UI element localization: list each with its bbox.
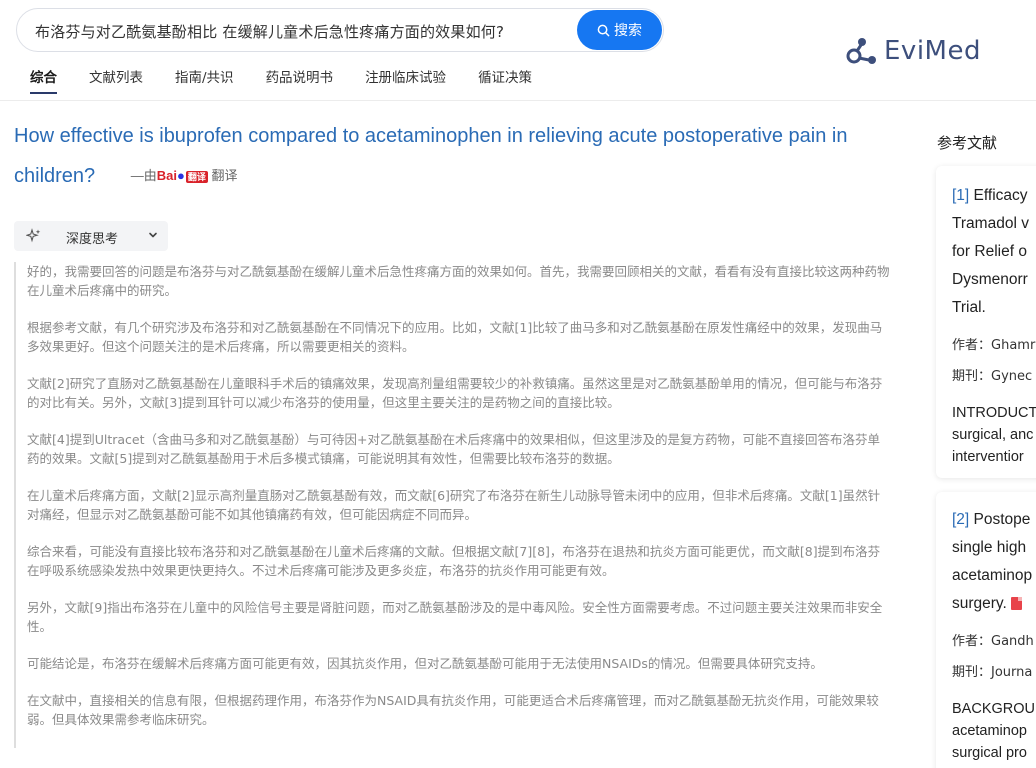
tab-drug-labels[interactable]: 药品说明书 (266, 66, 334, 94)
reference-title-line: Efficacy (973, 187, 1028, 204)
authors-value: Gandh (991, 634, 1034, 649)
deep-think-toggle[interactable]: 深度思考 (14, 221, 168, 251)
reasoning-paragraph: 在文献中，直接相关的信息有限，但根据药理作用，布洛芬作为NSAID具有抗炎作用，… (27, 693, 879, 727)
tab-literature-list[interactable]: 文献列表 (89, 66, 143, 94)
tab-guidelines[interactable]: 指南/共识 (175, 66, 234, 94)
search-button[interactable]: 搜索 (577, 10, 662, 50)
reasoning-paragraph: 在儿童术后疼痛方面，文献[2]显示高剂量直肠对乙酰氨基酚有效，而文献[6]研究了… (27, 488, 881, 522)
reference-number: [1] (952, 187, 970, 204)
abstract-line: acetaminop (952, 723, 1027, 739)
result-tabs: 综合 文献列表 指南/共识 药品说明书 注册临床试验 循证决策 (30, 66, 564, 94)
reference-title-line: Postope (973, 511, 1031, 528)
reference-title[interactable]: [2] Postope (952, 506, 1036, 534)
reference-title-line: Dysmenorr (952, 271, 1028, 288)
reasoning-paragraph: 另外，文献[9]指出布洛芬在儿童中的风险信号主要是肾脏问题，而对乙酰氨基酚涉及的… (27, 600, 883, 634)
authors-label: 作者： (952, 338, 992, 353)
reasoning-paragraph: 好的，我需要回答的问题是布洛芬与对乙酰氨基酚在缓解儿童术后急性疼痛方面的效果如何… (27, 264, 890, 298)
journal-value: Journa (991, 665, 1033, 680)
reference-title[interactable]: [1] Efficacy (952, 182, 1036, 210)
sparkle-icon (26, 228, 41, 243)
search-bar[interactable]: 布洛芬与对乙酰氨基酚相比 在缓解儿童术后急性疼痛方面的效果如何? 搜索 (16, 8, 664, 52)
molecule-logo-icon (846, 38, 876, 64)
journal-label: 期刊： (952, 665, 992, 680)
baidu-translate-badge: 翻译 (185, 171, 208, 184)
baidu-paw-icon: ● (176, 168, 185, 184)
abstract-line: BACKGROU (952, 701, 1035, 717)
abstract-line: surgical, anc (952, 427, 1034, 443)
reasoning-paragraph: 文献[4]提到Ultracet（含曲马多和对乙酰氨基酚）与可待因+对乙酰氨基酚在… (27, 432, 880, 466)
reasoning-paragraph: 文献[2]研究了直肠对乙酰氨基酚在儿童眼科手术后的镇痛效果，发现高剂量组需要较少… (27, 376, 883, 410)
reference-title-line: single high (952, 539, 1027, 556)
search-input[interactable]: 布洛芬与对乙酰氨基酚相比 在缓解儿童术后急性疼痛方面的效果如何? (35, 21, 504, 42)
translated-question: How effective is ibuprofen compared to a… (14, 116, 894, 197)
reference-number: [2] (952, 511, 970, 528)
tab-overview[interactable]: 综合 (30, 66, 57, 94)
reference-title-line-text: surgery. (952, 595, 1007, 612)
search-button-label: 搜索 (614, 23, 642, 39)
abstract-line: INTRODUCT (952, 405, 1036, 421)
baidu-brand-text: Bai (156, 168, 177, 184)
evimed-logo: EviMed (844, 34, 981, 68)
reference-title-line: Trial. (952, 299, 986, 316)
abstract-line: interventior (952, 449, 1024, 465)
authors-label: 作者： (952, 634, 992, 649)
reasoning-paragraph: 可能结论是，布洛芬在缓解术后疼痛方面可能更有效，因其抗炎作用，但对乙酰氨基酚可能… (27, 656, 823, 671)
reference-authors: 作者：Ghamr (952, 334, 1036, 353)
reasoning-content: 好的，我需要回答的问题是布洛芬与对乙酰氨基酚在缓解儿童术后急性疼痛方面的效果如何… (14, 262, 892, 748)
baidu-translate-logo: Bai● 翻译 (157, 156, 208, 197)
translation-attribution: —由Bai● 翻译 翻译 (130, 168, 238, 184)
references-heading: 参考文献 (937, 134, 998, 152)
reference-authors: 作者：Gandh (952, 630, 1036, 649)
chevron-down-icon (149, 232, 157, 238)
reference-abstract: BACKGROU acetaminop surgical pro (952, 698, 1036, 764)
reference-title-line: surgery. (952, 590, 1036, 618)
reasoning-paragraph: 根据参考文献，有几个研究涉及布洛芬和对乙酰氨基酚在不同情况下的应用。比如，文献[… (27, 320, 883, 354)
reference-journal: 期刊：Journa (952, 661, 1036, 680)
top-header: 布洛芬与对乙酰氨基酚相比 在缓解儿童术后急性疼痛方面的效果如何? 搜索 EviM… (0, 0, 1036, 101)
translated-by-suffix: 翻译 (211, 168, 238, 184)
reference-journal: 期刊：Gynec (952, 365, 1036, 384)
reference-abstract: INTRODUCT surgical, anc interventior (952, 402, 1036, 468)
authors-value: Ghamr (991, 338, 1036, 353)
tab-evidence-decision[interactable]: 循证决策 (478, 66, 532, 94)
reference-title-line: for Relief o (952, 243, 1027, 260)
journal-value: Gynec (991, 369, 1033, 384)
pdf-icon[interactable] (1010, 597, 1022, 611)
abstract-line: surgical pro (952, 745, 1027, 761)
reference-card[interactable]: [1] Efficacy Tramadol v for Relief o Dys… (936, 166, 1036, 478)
reasoning-paragraph: 综合来看，可能没有直接比较布洛芬和对乙酰氨基酚在儿童术后疼痛的文献。但根据文献[… (27, 544, 881, 578)
reference-title-line: Tramadol v (952, 215, 1029, 232)
translated-by-prefix: —由 (130, 168, 157, 184)
tab-clinical-trials[interactable]: 注册临床试验 (365, 66, 446, 94)
reference-title-line: acetaminop (952, 567, 1033, 584)
deep-think-label: 深度思考 (66, 232, 119, 247)
reference-card[interactable]: [2] Postope single high acetaminop surge… (936, 492, 1036, 768)
search-icon (597, 24, 610, 36)
logo-text: EviMed (884, 36, 981, 66)
journal-label: 期刊： (952, 369, 992, 384)
